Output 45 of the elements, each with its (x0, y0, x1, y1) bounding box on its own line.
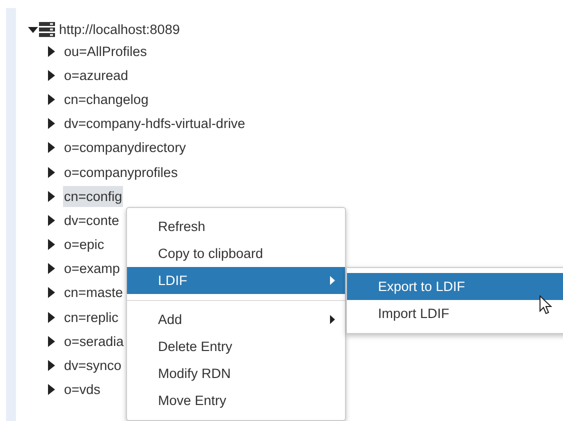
expand-arrow-icon[interactable] (48, 166, 55, 178)
tree-root-label[interactable]: http://localhost:8089 (58, 19, 181, 40)
menu-item[interactable]: Refresh (127, 213, 345, 240)
tree-item[interactable]: cn=config (63, 186, 124, 207)
tree-item[interactable]: o=seradia (63, 330, 125, 352)
menu-item[interactable]: Copy to clipboard (127, 240, 345, 267)
tree-item[interactable]: o=epic (63, 234, 106, 256)
expand-arrow-icon[interactable] (48, 263, 55, 274)
tree-item[interactable]: cn=replic (63, 306, 120, 328)
menu-item[interactable]: Modify RDN (127, 360, 345, 387)
expand-arrow-icon[interactable] (48, 336, 55, 347)
menu-item[interactable]: Import LDIF (347, 300, 563, 327)
expand-arrow-icon[interactable] (48, 239, 55, 250)
menu-item[interactable]: Move Entry (127, 387, 345, 414)
submenu-arrow-icon (330, 276, 335, 285)
tree-item[interactable]: o=companydirectory (63, 137, 187, 158)
menu-item[interactable]: Export to LDIF (347, 273, 563, 300)
menu-item[interactable]: Add (127, 306, 345, 333)
expand-arrow-icon[interactable] (48, 46, 55, 57)
tree-item[interactable]: o=companyprofiles (63, 162, 179, 183)
tree-item[interactable]: ou=AllProfiles (63, 40, 148, 62)
collapse-caret-icon[interactable] (28, 26, 38, 34)
tree-item[interactable]: cn=changelog (63, 88, 150, 110)
tree-item[interactable]: dv=conte (63, 210, 120, 231)
expand-arrow-icon[interactable] (48, 214, 55, 226)
expand-arrow-icon[interactable] (48, 70, 55, 81)
expand-arrow-icon[interactable] (48, 190, 55, 202)
tree-item[interactable]: cn=maste (63, 282, 124, 304)
menu-item[interactable]: Delete Entry (127, 333, 345, 360)
tree-item[interactable]: dv=company-hdfs-virtual-drive (63, 113, 246, 134)
tree-item[interactable]: o=azuread (63, 64, 130, 86)
expand-arrow-icon[interactable] (48, 94, 55, 105)
expand-arrow-icon[interactable] (48, 312, 55, 323)
server-icon (39, 22, 55, 37)
expand-arrow-icon[interactable] (48, 287, 55, 298)
expand-arrow-icon[interactable] (48, 118, 55, 130)
expand-arrow-icon[interactable] (48, 142, 55, 154)
submenu-arrow-icon (330, 315, 335, 324)
expand-arrow-icon[interactable] (48, 384, 55, 396)
tree-item[interactable]: dv=synco (63, 355, 122, 376)
menu-item[interactable]: LDIF (127, 267, 345, 294)
tree-item[interactable]: o=examp (63, 258, 121, 280)
tree-item[interactable]: o=vds (63, 379, 102, 400)
mouse-pointer-icon (539, 295, 552, 315)
expand-arrow-icon[interactable] (48, 360, 55, 372)
